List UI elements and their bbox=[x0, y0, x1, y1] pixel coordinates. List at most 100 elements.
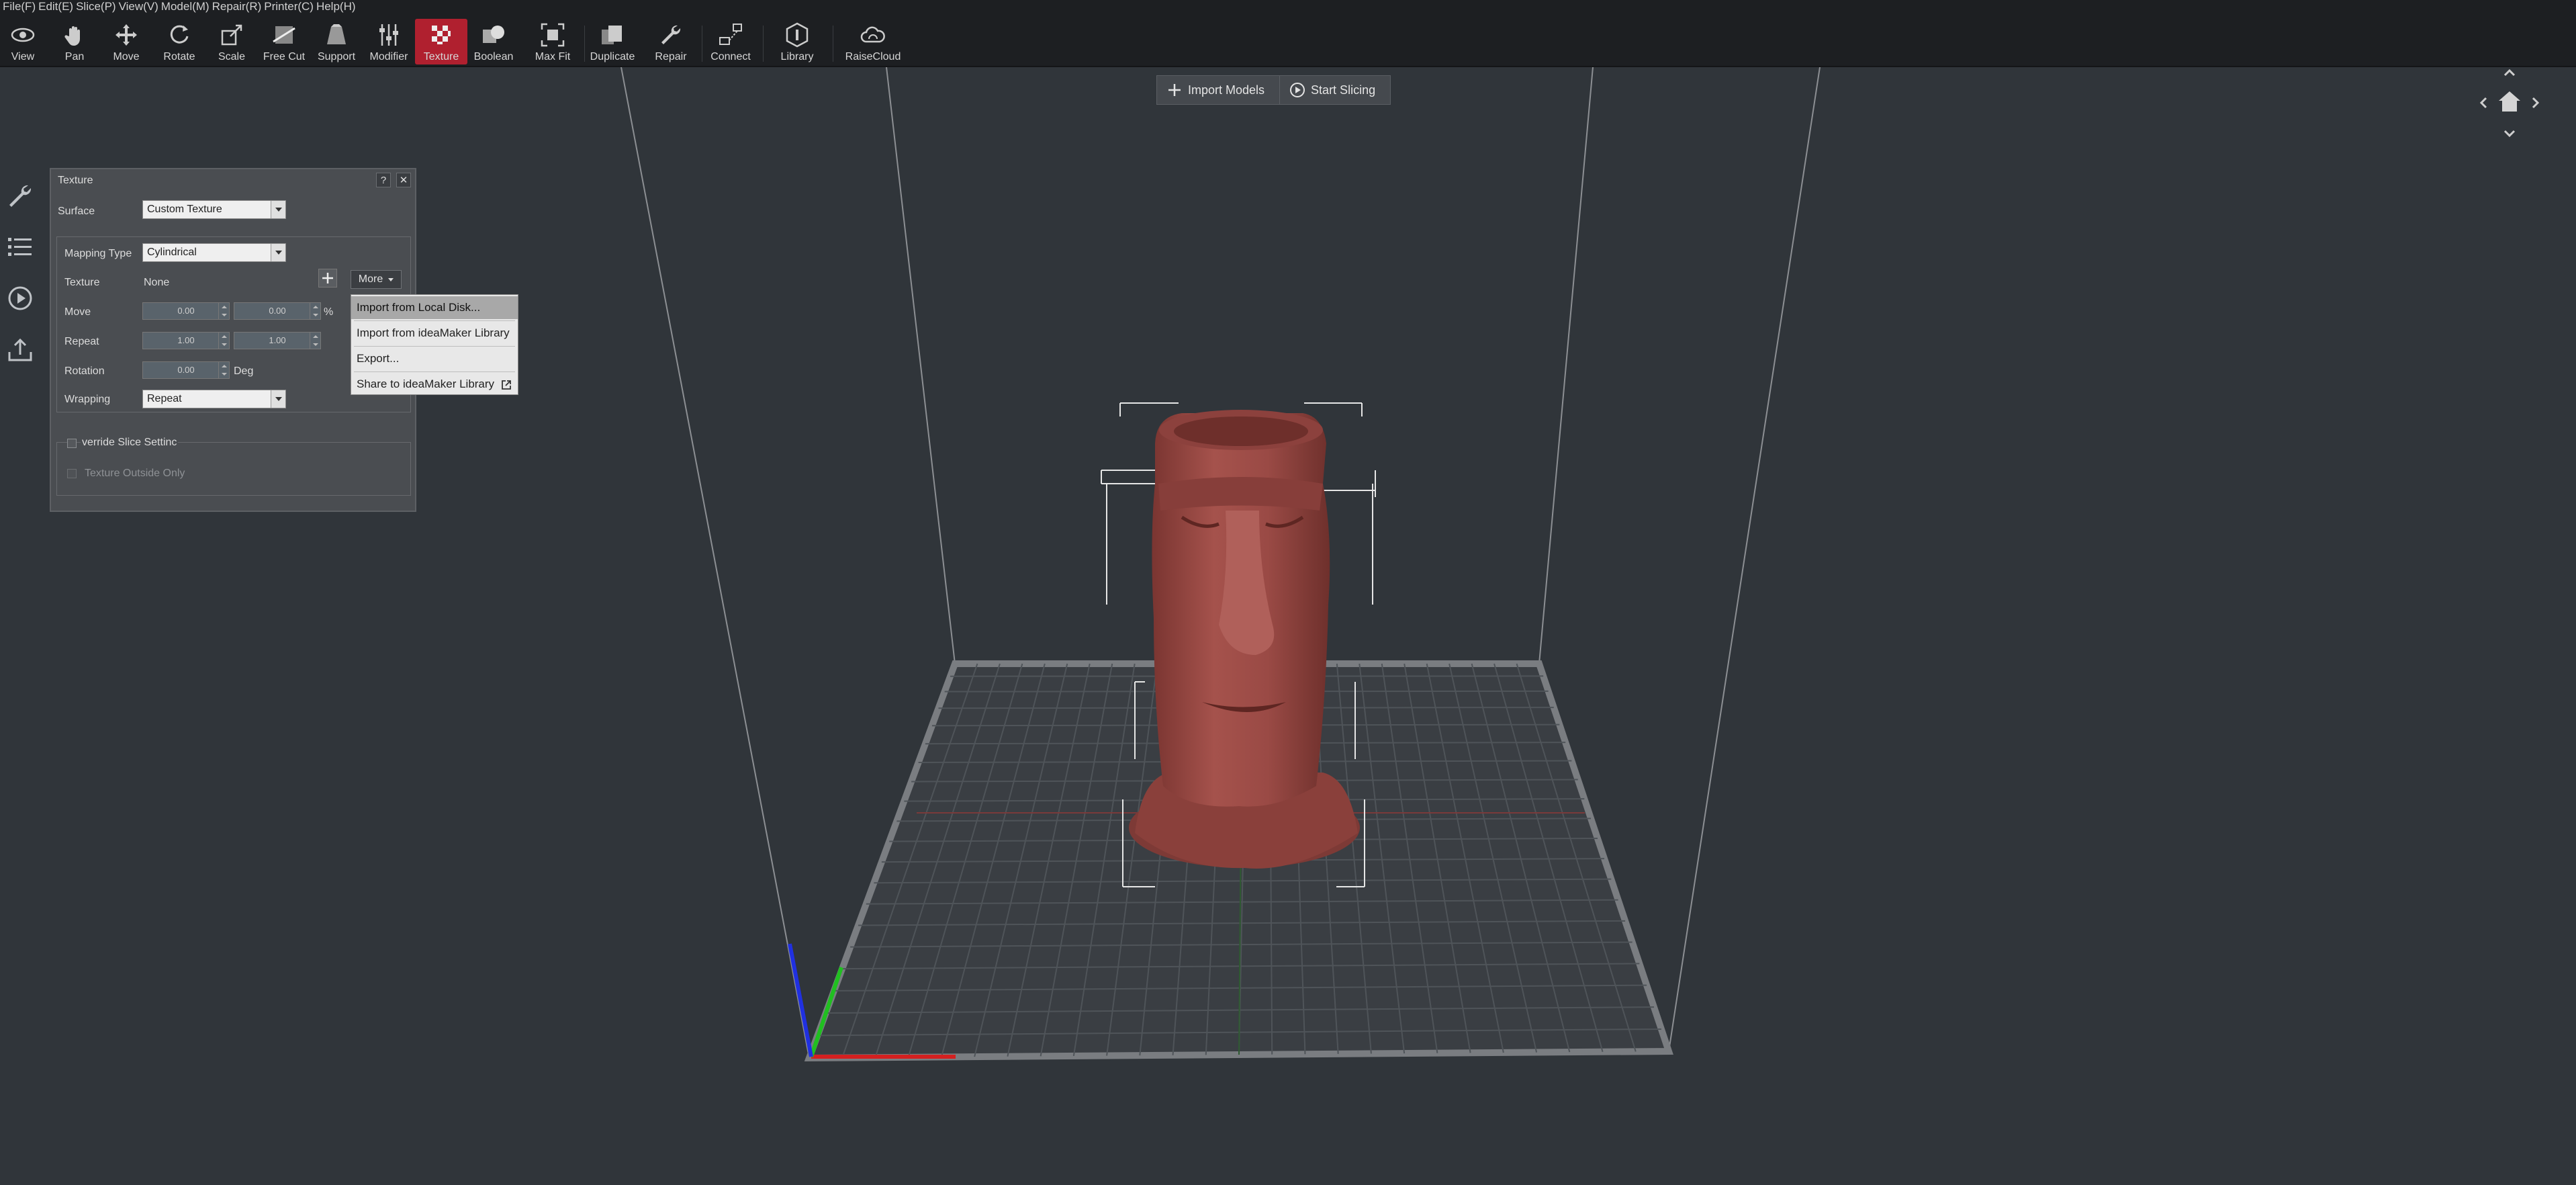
menu-printer[interactable]: Printer(C) bbox=[264, 0, 314, 13]
rotate-right-icon[interactable] bbox=[2532, 97, 2540, 109]
sliders-icon bbox=[379, 24, 398, 46]
rotate-up-icon[interactable] bbox=[2503, 69, 2516, 77]
rotation-input[interactable]: 0.00 bbox=[142, 361, 230, 379]
library-tool-label: Library bbox=[780, 51, 814, 62]
pan-tool-label: Pan bbox=[64, 51, 85, 62]
scale-tool-label: Scale bbox=[218, 51, 246, 62]
menu-item-import-library[interactable]: Import from ideaMaker Library bbox=[351, 322, 518, 345]
start-slicing-button[interactable]: Start Slicing bbox=[1279, 76, 1390, 104]
free-cut-tool-button[interactable]: Free Cut bbox=[258, 19, 310, 64]
surface-select[interactable]: Custom Texture bbox=[142, 200, 286, 219]
boolean-icon bbox=[483, 26, 504, 43]
menu-slice[interactable]: Slice(P) bbox=[76, 0, 116, 13]
add-texture-button[interactable] bbox=[318, 269, 337, 288]
scale-icon bbox=[221, 24, 242, 46]
menu-item-label: Import from Local Disk... bbox=[357, 301, 481, 314]
rotate-left-icon[interactable] bbox=[2479, 97, 2487, 109]
wrapping-value: Repeat bbox=[147, 393, 182, 404]
raisecloud-tool-button[interactable]: RaiseCloud bbox=[845, 19, 901, 64]
connect-tool-button[interactable]: Connect bbox=[704, 19, 757, 64]
more-button[interactable]: More bbox=[351, 270, 402, 289]
spin-arrows-icon[interactable] bbox=[310, 303, 320, 319]
repeat-x-input[interactable]: 1.00 bbox=[142, 332, 230, 349]
menu-separator bbox=[354, 371, 515, 372]
repeat-y-input[interactable]: 1.00 bbox=[234, 332, 321, 349]
pan-tool-button[interactable]: Pan bbox=[48, 19, 101, 64]
texture-outside-checkbox[interactable] bbox=[67, 469, 77, 478]
surface-label: Surface bbox=[58, 206, 95, 217]
spin-arrows-icon[interactable] bbox=[218, 333, 229, 349]
menu-item-export[interactable]: Export... bbox=[351, 347, 518, 370]
override-slice-checkbox[interactable] bbox=[67, 439, 77, 448]
menu-view[interactable]: View(V) bbox=[119, 0, 158, 13]
spin-arrows-icon[interactable] bbox=[310, 333, 320, 349]
rotate-down-icon[interactable] bbox=[2503, 130, 2516, 138]
modifier-tool-button[interactable]: Modifier bbox=[363, 19, 415, 64]
duplicate-tool-label: Duplicate bbox=[590, 51, 635, 62]
mapping-type-select[interactable]: Cylindrical bbox=[142, 243, 286, 262]
max-fit-tool-button[interactable]: Max Fit bbox=[526, 19, 579, 64]
home-view-icon[interactable] bbox=[2499, 91, 2520, 112]
rotation-unit: Deg bbox=[234, 365, 254, 377]
moai-model[interactable] bbox=[1129, 410, 1360, 869]
wrench-sidebar-icon[interactable] bbox=[5, 181, 35, 211]
move-arrows-icon bbox=[116, 24, 137, 46]
menu-item-import-local[interactable]: Import from Local Disk... bbox=[351, 296, 518, 319]
more-label: More bbox=[358, 273, 383, 285]
modifier-tool-label: Modifier bbox=[369, 51, 408, 62]
menu-separator bbox=[354, 346, 515, 347]
cloud-icon bbox=[860, 26, 885, 43]
duplicate-icon bbox=[602, 26, 622, 44]
menu-item-label: Import from ideaMaker Library bbox=[357, 326, 510, 339]
close-button[interactable]: ✕ bbox=[396, 173, 411, 187]
support-tool-button[interactable]: Support bbox=[310, 19, 363, 64]
duplicate-tool-button[interactable]: Duplicate bbox=[586, 19, 639, 64]
eye-icon bbox=[11, 28, 35, 42]
spin-arrows-icon[interactable] bbox=[218, 303, 229, 319]
panel-title: Texture bbox=[58, 175, 93, 186]
menu-model[interactable]: Model(M) bbox=[161, 0, 210, 13]
view-tool-label: View bbox=[11, 51, 35, 62]
chevron-down-icon bbox=[271, 244, 285, 261]
connect-tool-label: Connect bbox=[710, 51, 751, 62]
hand-icon bbox=[64, 26, 80, 46]
max-fit-icon bbox=[541, 23, 565, 47]
menu-file[interactable]: File(F) bbox=[3, 0, 36, 13]
repeat-y-value: 1.00 bbox=[269, 335, 286, 345]
toolbar-separator bbox=[584, 26, 585, 62]
repair-tool-button[interactable]: Repair bbox=[645, 19, 697, 64]
toolbar-separator bbox=[763, 26, 764, 62]
menu-bar: File(F) Edit(E) Slice(P) View(V) Model(M… bbox=[0, 0, 2576, 13]
scale-tool-button[interactable]: Scale bbox=[205, 19, 258, 64]
menu-item-label: Share to ideaMaker Library bbox=[357, 378, 495, 390]
external-link-icon bbox=[501, 380, 511, 390]
move-y-input[interactable]: 0.00 bbox=[234, 302, 321, 320]
mapping-type-label: Mapping Type bbox=[64, 248, 132, 259]
cut-icon bbox=[273, 26, 295, 44]
override-slice-label: verride Slice Settinc bbox=[81, 437, 179, 449]
wrapping-label: Wrapping bbox=[64, 394, 111, 405]
library-tool-button[interactable]: Library bbox=[771, 19, 823, 64]
upload-sidebar-icon[interactable] bbox=[5, 335, 35, 364]
texture-value: None bbox=[144, 277, 170, 288]
menu-item-label: Export... bbox=[357, 352, 400, 365]
spin-arrows-icon[interactable] bbox=[218, 362, 229, 378]
menu-item-share-library[interactable]: Share to ideaMaker Library bbox=[351, 373, 518, 396]
boolean-tool-button[interactable]: Boolean bbox=[467, 19, 520, 64]
menu-repair[interactable]: Repair(R) bbox=[212, 0, 262, 13]
menu-help[interactable]: Help(H) bbox=[316, 0, 356, 13]
import-models-button[interactable]: Import Models bbox=[1157, 76, 1279, 104]
wrapping-select[interactable]: Repeat bbox=[142, 390, 286, 408]
view-tool-button[interactable]: View bbox=[0, 19, 49, 64]
texture-tool-button[interactable]: Texture bbox=[415, 19, 467, 64]
list-sidebar-icon[interactable] bbox=[5, 232, 35, 262]
raisecloud-tool-label: RaiseCloud bbox=[845, 51, 901, 62]
menu-edit[interactable]: Edit(E) bbox=[38, 0, 73, 13]
play-sidebar-icon[interactable] bbox=[5, 283, 35, 313]
help-button[interactable]: ? bbox=[376, 173, 391, 187]
rotate-tool-button[interactable]: Rotate bbox=[153, 19, 205, 64]
rotate-tool-label: Rotate bbox=[163, 51, 195, 62]
surface-value: Custom Texture bbox=[147, 204, 222, 215]
move-x-input[interactable]: 0.00 bbox=[142, 302, 230, 320]
move-tool-button[interactable]: Move bbox=[100, 19, 152, 64]
